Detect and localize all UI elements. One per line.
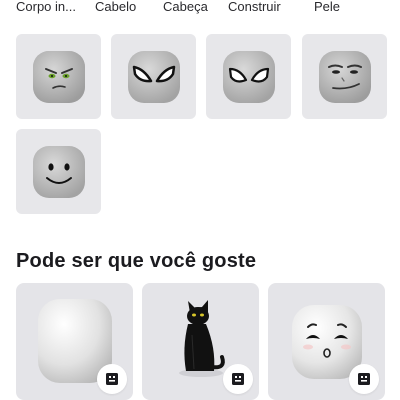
spider-mask-face-icon — [222, 50, 275, 103]
face-item[interactable] — [206, 34, 291, 119]
smug-face-icon — [318, 50, 371, 103]
face-item[interactable] — [302, 34, 387, 119]
category-tabs: Corpo in... Cabelo Cabeça Construir Pele — [0, 0, 400, 18]
try-on-button[interactable] — [349, 364, 379, 394]
recommendation-item[interactable] — [142, 283, 259, 400]
tab-corpo[interactable]: Corpo in... — [16, 0, 76, 14]
try-on-icon — [232, 373, 244, 385]
recommendation-item[interactable] — [268, 283, 385, 400]
recommendation-item[interactable] — [16, 283, 133, 400]
smile-face-icon — [32, 145, 85, 198]
face-item[interactable] — [16, 34, 101, 119]
tab-pele[interactable]: Pele — [314, 0, 340, 14]
try-on-button[interactable] — [97, 364, 127, 394]
try-on-icon — [106, 373, 118, 385]
spider-mask-face-icon — [127, 50, 180, 103]
try-on-button[interactable] — [223, 364, 253, 394]
tab-cabelo[interactable]: Cabelo — [95, 0, 136, 14]
section-title: Pode ser que você goste — [16, 250, 257, 272]
tab-construir[interactable]: Construir — [228, 0, 281, 14]
tab-cabeca[interactable]: Cabeça — [163, 0, 208, 14]
angry-face-icon — [32, 50, 85, 103]
try-on-icon — [358, 373, 370, 385]
face-item[interactable] — [111, 34, 196, 119]
face-item[interactable] — [16, 129, 101, 214]
